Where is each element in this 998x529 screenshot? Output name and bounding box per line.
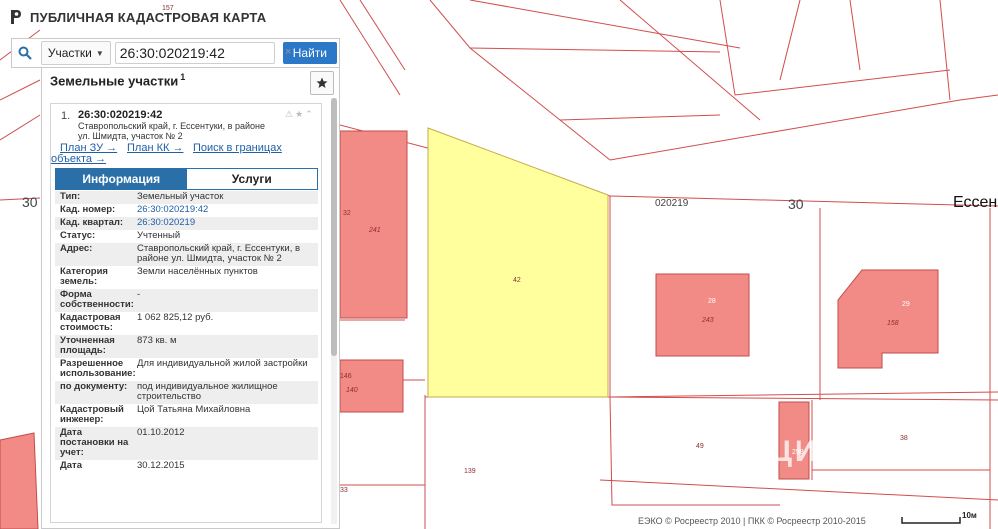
info-value: 873 кв. м <box>137 335 177 346</box>
map-label-020219: 020219 <box>655 198 689 209</box>
search-type-label: Участки <box>47 46 92 60</box>
map-label-243: 243 <box>701 317 714 324</box>
info-value: 01.10.2012 <box>137 427 185 438</box>
search-type-select[interactable]: Участки ▼ <box>40 41 111 65</box>
info-key: Кадастровая стоимость: <box>60 312 121 333</box>
info-key: Категория земель: <box>60 266 108 287</box>
parcel-card: 1. 26:30:020219:42 Ставропольский край, … <box>50 103 322 523</box>
info-key: Уточненная площадь: <box>60 335 115 356</box>
map-label-30-left: 30 <box>22 194 38 210</box>
tab-services[interactable]: Услуги <box>186 169 317 189</box>
info-row: по документу: под индивидуальное жилищное… <box>55 381 318 404</box>
info-value: под индивидуальное жилищное строительств… <box>137 381 278 402</box>
app-title: ПУБЛИЧНАЯ КАДАСТРОВАЯ КАРТА <box>30 9 267 25</box>
map-label-33: 33 <box>340 487 348 494</box>
map-label-30-right: 30 <box>788 196 804 212</box>
info-row: Тип: Земельный участок <box>55 191 318 204</box>
scale-label: 10м <box>962 511 977 520</box>
map-label-146: 146 <box>340 373 352 380</box>
info-value[interactable]: 26:30:020219:42 <box>137 205 318 215</box>
info-key: Кад. номер: <box>60 204 116 215</box>
info-row: Разрешенное использование: Для индивидуал… <box>55 358 318 381</box>
info-table: Тип: Земельный участок Кад. номер: 26:30:0… <box>55 191 318 473</box>
info-row: Кадастровый инженер: Цой Татьяна Михайлов… <box>55 404 318 427</box>
info-row: Адрес: Ставропольский край, г. Ессентуки,… <box>55 243 318 266</box>
info-row: Уточненная площадь: 873 кв. м <box>55 335 318 358</box>
info-value: Земли населённых пунктов <box>137 266 258 277</box>
map-attribution: ЕЭКО © Росреестр 2010 | ПКК © Росреестр … <box>638 516 866 526</box>
map-label-32: 32 <box>343 210 351 217</box>
search-in-bounds-link-cont[interactable]: объекта → <box>51 153 106 165</box>
app-header: ПУБЛИЧНАЯ КАДАСТРОВАЯ КАРТА <box>0 0 348 34</box>
info-value: 30.12.2015 <box>137 460 185 471</box>
search-bar: Участки ▼ × Найти <box>11 38 340 68</box>
info-value: Для индивидуальной жилой застройки <box>137 358 308 369</box>
parcel-address: Ставропольский край, г. Ессентуки, в рай… <box>78 121 265 141</box>
map-label-241: 241 <box>368 227 381 234</box>
chevron-down-icon: ▼ <box>95 48 104 58</box>
info-key: Форма собственности: <box>60 289 134 310</box>
info-key: по документу: <box>60 381 128 392</box>
results-panel: Земельные участки 1 1. 26:30:020219:42 Ст… <box>41 68 340 529</box>
info-key: Статус: <box>60 230 96 241</box>
info-value: - <box>137 289 141 300</box>
info-row: Кадастровая стоимость: 1 062 825,12 руб. <box>55 312 318 335</box>
info-value: Цой Татьяна Михайловна <box>137 404 251 415</box>
city-label: Ессен <box>953 194 997 211</box>
info-row: Кад. квартал: 26:30:020219 <box>55 217 318 230</box>
info-row: Дата 30.12.2015 <box>55 460 318 473</box>
map-label-158: 158 <box>887 320 899 327</box>
parcel-index: 1. <box>61 110 71 122</box>
info-key: Дата <box>60 460 82 471</box>
info-row: Форма собственности: - <box>55 289 318 312</box>
map-label-38: 38 <box>900 435 908 442</box>
clear-search-button[interactable]: × <box>285 46 291 58</box>
info-row: Статус: Учтенный <box>55 230 318 243</box>
map-label-140: 140 <box>346 387 358 394</box>
info-row: Кад. номер: 26:30:020219:42 <box>55 204 318 217</box>
building-243 <box>655 273 750 357</box>
panel-scrollbar[interactable] <box>331 98 337 524</box>
star-icon <box>316 77 328 88</box>
tab-info[interactable]: Информация <box>56 169 187 189</box>
info-key: Разрешенное использование: <box>60 358 136 379</box>
info-key: Дата постановки на учет: <box>60 427 129 458</box>
scrollbar-thumb[interactable] <box>331 98 337 356</box>
plan-kk-link[interactable]: План КК → <box>127 142 183 154</box>
favorite-button[interactable] <box>310 71 334 95</box>
result-count: 1 <box>180 72 186 82</box>
watermark-text: ЦИАН <box>770 435 869 468</box>
panel-title-text: Земельные участки <box>50 73 179 89</box>
building-241 <box>339 130 408 319</box>
map-label-49: 49 <box>696 443 704 450</box>
map-label-28: 28 <box>708 298 716 305</box>
info-value: Ставропольский край, г. Ессентуки, в рай… <box>137 243 301 264</box>
info-row: Категория земель: Земли населённых пункто… <box>55 266 318 289</box>
search-icon[interactable] <box>12 46 39 60</box>
info-key: Кадастровый инженер: <box>60 404 124 425</box>
building-158 <box>837 269 939 369</box>
map-label-29: 29 <box>902 301 910 308</box>
info-key: Тип: <box>60 191 81 202</box>
card-actions-icons[interactable]: ⚠★⌃ <box>285 109 315 120</box>
parcel-cad-number[interactable]: 26:30:020219:42 <box>78 109 162 121</box>
info-value: Земельный участок <box>137 191 224 202</box>
info-key: Кад. квартал: <box>60 217 124 228</box>
info-value: 1 062 825,12 руб. <box>137 312 214 323</box>
info-value: Учтенный <box>137 230 181 241</box>
panel-title: Земельные участки 1 <box>50 72 185 88</box>
search-input[interactable] <box>114 42 275 64</box>
search-in-bounds-link[interactable]: Поиск в границах <box>193 142 282 154</box>
info-row: Дата постановки на учет: 01.10.2012 <box>55 427 318 460</box>
info-key: Адрес: <box>60 243 93 254</box>
info-tabs: Информация Услуги <box>55 168 318 190</box>
logo-icon <box>11 10 21 24</box>
info-value[interactable]: 26:30:020219 <box>137 218 318 228</box>
map-label-139: 139 <box>464 468 476 475</box>
map-label-42: 42 <box>513 277 521 284</box>
selected-parcel <box>427 127 609 398</box>
building-140 <box>339 359 404 413</box>
